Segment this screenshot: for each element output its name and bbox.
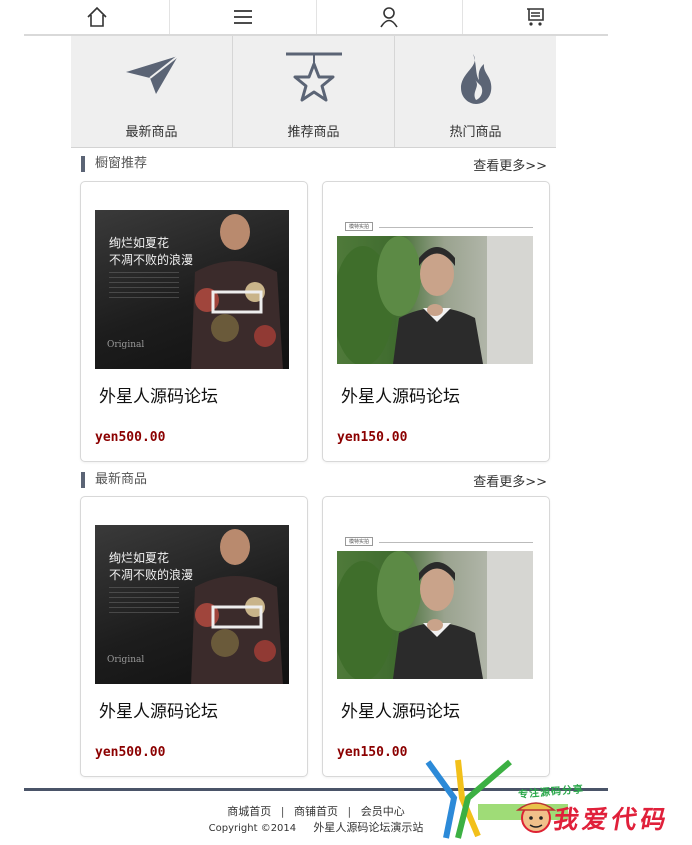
home-icon — [87, 6, 107, 27]
section-title: 橱窗推荐 — [81, 156, 147, 172]
copyright-text: Copyright ©2014 — [208, 823, 297, 834]
product-image: 绚烂如夏花 不凋不败的浪漫 Original — [95, 525, 289, 684]
product-price: yen150.00 — [337, 745, 408, 760]
product-card[interactable]: 模特实拍 外星人源码论坛 yen150.00 — [322, 496, 550, 777]
product-photo — [337, 236, 533, 364]
category-recommended[interactable]: 推荐商品 — [233, 36, 395, 147]
flame-icon — [460, 54, 491, 104]
watermark: 专注源码分享 我爱代码 — [418, 758, 688, 842]
nav-cart-button[interactable] — [463, 0, 608, 34]
product-name: 外星人源码论坛 — [99, 387, 218, 407]
image-tag: 模特实拍 — [345, 537, 374, 546]
footer-separator: | — [280, 805, 285, 818]
product-price: yen150.00 — [337, 430, 408, 445]
category-newest[interactable]: 最新商品 — [71, 36, 233, 147]
product-price: yen500.00 — [95, 430, 166, 445]
section-title: 最新商品 — [81, 472, 147, 488]
product-name: 外星人源码论坛 — [341, 702, 460, 722]
footer-link-shop-home[interactable]: 商铺首页 — [294, 805, 338, 818]
image-divider — [379, 227, 533, 228]
image-slogan: 绚烂如夏花 — [109, 551, 170, 565]
section-header: 最新商品 查看更多>> — [81, 471, 547, 490]
image-brand: Original — [107, 340, 145, 350]
category-row: 最新商品 推荐商品 热门商品 — [71, 36, 556, 148]
site-name: 外星人源码论坛演示站 — [313, 821, 424, 834]
section-header: 橱窗推荐 查看更多>> — [81, 155, 547, 174]
category-label: 热门商品 — [449, 125, 502, 140]
image-slogan: 不凋不败的浪漫 — [109, 568, 194, 582]
top-nav — [24, 0, 608, 36]
image-fine-print — [109, 587, 179, 613]
user-icon — [380, 7, 398, 28]
nav-user-button[interactable] — [317, 0, 463, 34]
cart-icon — [527, 8, 545, 26]
image-fine-print — [109, 272, 179, 298]
see-more-link[interactable]: 查看更多>> — [473, 155, 547, 174]
product-name: 外星人源码论坛 — [99, 702, 218, 722]
model-figure-icon — [337, 551, 533, 679]
product-name: 外星人源码论坛 — [341, 387, 460, 407]
image-tag: 模特实拍 — [345, 222, 374, 231]
category-label: 最新商品 — [125, 125, 178, 140]
star-icon — [285, 52, 342, 102]
paper-plane-icon — [125, 55, 179, 94]
see-more-link[interactable]: 查看更多>> — [473, 471, 547, 490]
product-image: 模特实拍 — [337, 220, 533, 368]
product-card[interactable]: 模特实拍 外星人源码论坛 yen150.00 — [322, 181, 550, 462]
footer-link-mall-home[interactable]: 商城首页 — [227, 805, 271, 818]
image-divider — [379, 542, 533, 543]
product-card[interactable]: 绚烂如夏花 不凋不败的浪漫 Original 外星人源码论坛 yen500.00 — [80, 496, 308, 777]
watermark-title: 我爱代码 — [551, 805, 673, 834]
image-slogan: 绚烂如夏花 — [109, 236, 170, 250]
category-label: 推荐商品 — [287, 125, 340, 140]
menu-icon — [233, 10, 252, 24]
model-figure-icon — [337, 236, 533, 364]
category-hot[interactable]: 热门商品 — [395, 36, 556, 147]
product-price: yen500.00 — [95, 745, 166, 760]
product-image: 绚烂如夏花 不凋不败的浪漫 Original — [95, 210, 289, 369]
product-image: 模特实拍 — [337, 535, 533, 683]
product-photo — [337, 551, 533, 679]
product-card[interactable]: 绚烂如夏花 不凋不败的浪漫 Original 外星人源码论坛 yen500.00 — [80, 181, 308, 462]
footer-separator: | — [347, 805, 352, 818]
nav-home-button[interactable] — [24, 0, 171, 34]
footer-link-member-center[interactable]: 会员中心 — [361, 805, 405, 818]
image-brand: Original — [107, 655, 145, 665]
nav-menu-button[interactable] — [170, 0, 317, 34]
image-slogan: 不凋不败的浪漫 — [109, 253, 194, 267]
